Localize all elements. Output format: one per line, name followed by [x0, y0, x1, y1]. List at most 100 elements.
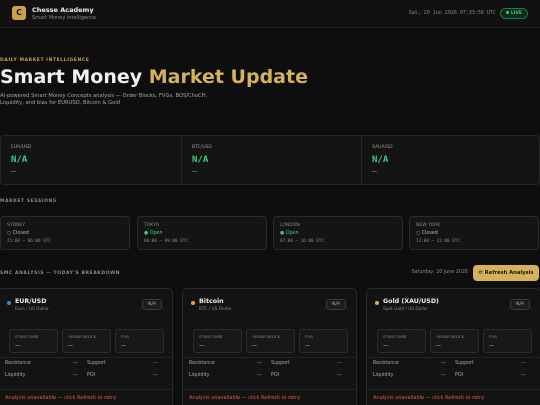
card-divider	[183, 357, 356, 358]
session-hours: 21:00 – 06:00 UTC	[7, 239, 51, 244]
poi-label: POI	[271, 373, 280, 378]
bias-badge: N/A	[510, 299, 530, 310]
resistance-value: —	[441, 361, 446, 366]
metric-value: —	[121, 343, 126, 349]
live-badge: LIVE	[499, 8, 528, 19]
analysis-card-eurusd: EUR/USD Euro / US Dollar N/A STRUCTURE — …	[0, 288, 173, 405]
poi-label: POI	[455, 373, 464, 378]
metric-label: FVG	[489, 334, 497, 339]
analysis-card-bitcoin: Bitcoin BTC / US Dollar N/A STRUCTURE — O…	[182, 288, 357, 405]
liquidity-value: —	[73, 373, 78, 378]
liquidity-value: —	[257, 373, 262, 378]
session-card-sydney: SYDNEY ○ Closed 21:00 – 06:00 UTC	[0, 216, 130, 250]
session-name: TOKYO	[144, 223, 160, 228]
brand-name: Chesse Academy	[32, 6, 94, 14]
price-symbol: BTC/USD	[192, 145, 212, 150]
analysis-card-gold: Gold (XAU/USD) Spot Gold / US Dollar N/A…	[366, 288, 540, 405]
support-label: Support	[455, 361, 474, 366]
liquidity-row: Liquidity — POI —	[5, 373, 165, 382]
price-ticker-bar: EUR/USD N/A — BTC/USD N/A — XAU/USD N/A …	[0, 135, 540, 185]
session-name: LONDON	[280, 223, 300, 228]
page-title: Smart Money Market Update	[0, 66, 308, 88]
levels-row: Resistance — Support —	[373, 361, 533, 370]
liquidity-row: Liquidity — POI —	[189, 373, 349, 382]
asset-subtitle: Euro / US Dollar	[15, 307, 49, 312]
price-change: —	[11, 169, 16, 175]
session-status: ● Open	[144, 231, 163, 236]
session-hours: 13:00 – 21:00 UTC	[416, 239, 460, 244]
poi-label: POI	[87, 373, 96, 378]
liquidity-label: Liquidity	[5, 373, 26, 378]
metric-value: —	[436, 343, 441, 349]
top-bar: C Chesse Academy Smart Money Intelligenc…	[0, 0, 540, 28]
metric-structure: STRUCTURE —	[9, 329, 58, 353]
levels-row: Resistance — Support —	[189, 361, 349, 370]
live-dot-icon	[505, 11, 509, 14]
metric-fvg: FVG —	[483, 329, 532, 353]
refresh-analysis-button[interactable]: ⟳ Refresh Analysis	[473, 265, 539, 281]
session-hours: 07:00 – 16:00 UTC	[280, 239, 324, 244]
resistance-label: Resistance	[5, 361, 31, 366]
price-symbol: XAU/USD	[372, 145, 393, 150]
metric-value: —	[68, 343, 73, 349]
asset-subtitle: BTC / US Dollar	[199, 307, 232, 312]
analysis-error-message: Analysis unavailable — click Refresh to …	[189, 395, 301, 401]
session-status: ○ Closed	[7, 231, 29, 236]
analysis-heading: SMC ANALYSIS — TODAY'S BREAKDOWN	[0, 271, 121, 276]
card-divider	[183, 389, 356, 390]
bias-badge: N/A	[142, 299, 162, 310]
poi-value: —	[153, 373, 158, 378]
liquidity-value: —	[441, 373, 446, 378]
price-cell-xauusd: XAU/USD N/A —	[361, 136, 540, 184]
metric-value: —	[15, 343, 20, 349]
resistance-label: Resistance	[189, 361, 215, 366]
hero-eyebrow: DAILY MARKET INTELLIGENCE	[0, 58, 90, 63]
asset-dot-icon	[7, 301, 11, 305]
brand-subtitle: Smart Money Intelligence	[32, 15, 96, 21]
metric-label: ORDER BLOCK	[436, 334, 465, 339]
session-card-new-york: NEW YORK ○ Closed 13:00 – 21:00 UTC	[409, 216, 539, 250]
metric-structure: STRUCTURE —	[193, 329, 242, 353]
page-title-main: Smart Money	[0, 66, 149, 88]
metric-order-block: ORDER BLOCK —	[246, 329, 295, 353]
metric-label: ORDER BLOCK	[252, 334, 281, 339]
metric-value: —	[199, 343, 204, 349]
hero-description: AI-powered Smart Money Concepts analysis…	[0, 93, 208, 106]
poi-value: —	[521, 373, 526, 378]
resistance-value: —	[257, 361, 262, 366]
metric-label: FVG	[305, 334, 313, 339]
brand-logo: C	[12, 6, 26, 20]
asset-title: EUR/USD	[15, 298, 47, 305]
support-label: Support	[271, 361, 290, 366]
session-hours: 00:00 – 09:00 UTC	[144, 239, 188, 244]
metric-label: STRUCTURE	[383, 334, 407, 339]
utc-clock: Sat, 20 Jun 2026 07:33:56 UTC	[408, 10, 496, 16]
liquidity-label: Liquidity	[189, 373, 210, 378]
asset-title: Gold (XAU/USD)	[383, 298, 439, 305]
session-status: ● Open	[280, 231, 299, 236]
metric-value: —	[252, 343, 257, 349]
price-value: N/A	[11, 155, 28, 165]
card-divider	[367, 389, 540, 390]
metric-order-block: ORDER BLOCK —	[430, 329, 479, 353]
metric-label: STRUCTURE	[15, 334, 39, 339]
page-title-accent: Market Update	[148, 66, 308, 88]
price-cell-btcusd: BTC/USD N/A —	[181, 136, 361, 184]
asset-dot-icon	[375, 301, 379, 305]
metric-value: —	[305, 343, 310, 349]
metric-order-block: ORDER BLOCK —	[62, 329, 111, 353]
session-name: NEW YORK	[416, 223, 441, 228]
analysis-error-message: Analysis unavailable — click Refresh to …	[5, 395, 117, 401]
live-label: LIVE	[510, 11, 522, 16]
price-value: N/A	[372, 155, 389, 165]
support-value: —	[521, 361, 526, 366]
support-value: —	[337, 361, 342, 366]
analysis-error-message: Analysis unavailable — click Refresh to …	[373, 395, 485, 401]
metric-label: FVG	[121, 334, 129, 339]
liquidity-row: Liquidity — POI —	[373, 373, 533, 382]
card-divider	[0, 389, 172, 390]
metric-fvg: FVG —	[115, 329, 164, 353]
analysis-date: Saturday, 20 June 2026	[411, 270, 468, 275]
resistance-label: Resistance	[373, 361, 399, 366]
price-cell-eurusd: EUR/USD N/A —	[1, 136, 181, 184]
